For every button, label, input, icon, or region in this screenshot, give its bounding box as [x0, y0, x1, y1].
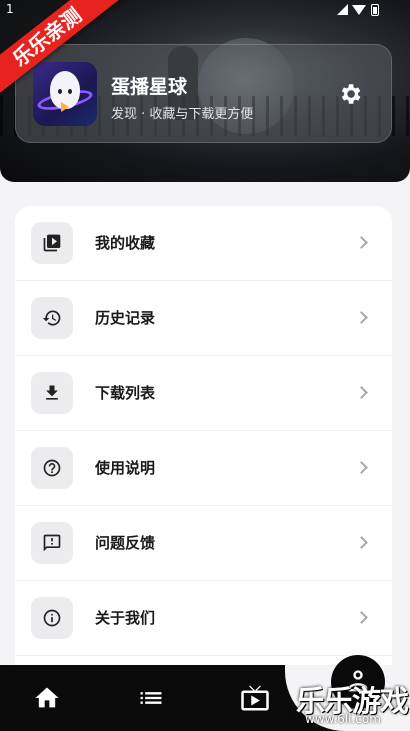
chevron-right-icon: [355, 536, 368, 549]
menu-item-guide[interactable]: 使用说明: [15, 431, 392, 506]
app-subtitle: 发现 · 收藏与下载更方便: [111, 107, 254, 122]
settings-button[interactable]: [337, 81, 363, 107]
signal-icon: [337, 4, 348, 15]
menu-item-feedback[interactable]: 问题反馈: [15, 506, 392, 581]
history-icon: [31, 297, 73, 339]
chevron-right-icon: [355, 311, 368, 324]
menu-item-favorites[interactable]: 我的收藏: [15, 206, 392, 281]
menu-item-history[interactable]: 历史记录: [15, 281, 392, 356]
battery-icon: [371, 4, 379, 16]
app-title: 蛋播星球: [111, 76, 188, 98]
nav-list[interactable]: [121, 665, 181, 731]
logo-eye: [58, 89, 62, 94]
tv-play-icon: [241, 685, 269, 711]
gear-icon: [341, 84, 361, 104]
profile-card[interactable]: 蛋播星球 发现 · 收藏与下载更方便: [15, 44, 392, 143]
menu-item-downloads[interactable]: 下载列表: [15, 356, 392, 431]
app-logo: [33, 62, 97, 126]
info-icon: [31, 597, 73, 639]
menu-item-label: 我的收藏: [95, 234, 156, 252]
chevron-right-icon: [355, 611, 368, 624]
status-time: 1: [6, 2, 14, 16]
wifi-icon: [352, 5, 366, 15]
chevron-right-icon: [355, 461, 368, 474]
menu-item-label: 历史记录: [95, 309, 156, 327]
menu-item-label: 问题反馈: [95, 534, 156, 552]
nav-home[interactable]: [17, 665, 77, 731]
logo-eye: [68, 89, 72, 94]
menu-item-label: 关于我们: [95, 609, 156, 627]
list-icon: [140, 692, 162, 704]
menu-list: 我的收藏 历史记录 下载列表 使用说明 问题反馈 关于我们: [15, 206, 392, 676]
feedback-icon: [31, 522, 73, 564]
home-icon: [35, 687, 59, 708]
help-circle-icon: [31, 447, 73, 489]
chevron-right-icon: [355, 236, 368, 249]
menu-item-label: 下载列表: [95, 384, 156, 402]
chevron-right-icon: [355, 386, 368, 399]
logo-play: [61, 102, 69, 112]
menu-item-label: 使用说明: [95, 459, 156, 477]
watermark-url: www.6ll.com: [305, 712, 381, 726]
download-icon: [31, 372, 73, 414]
nav-tv[interactable]: [225, 665, 285, 731]
menu-item-about[interactable]: 关于我们: [15, 581, 392, 656]
video-library-icon: [31, 222, 73, 264]
